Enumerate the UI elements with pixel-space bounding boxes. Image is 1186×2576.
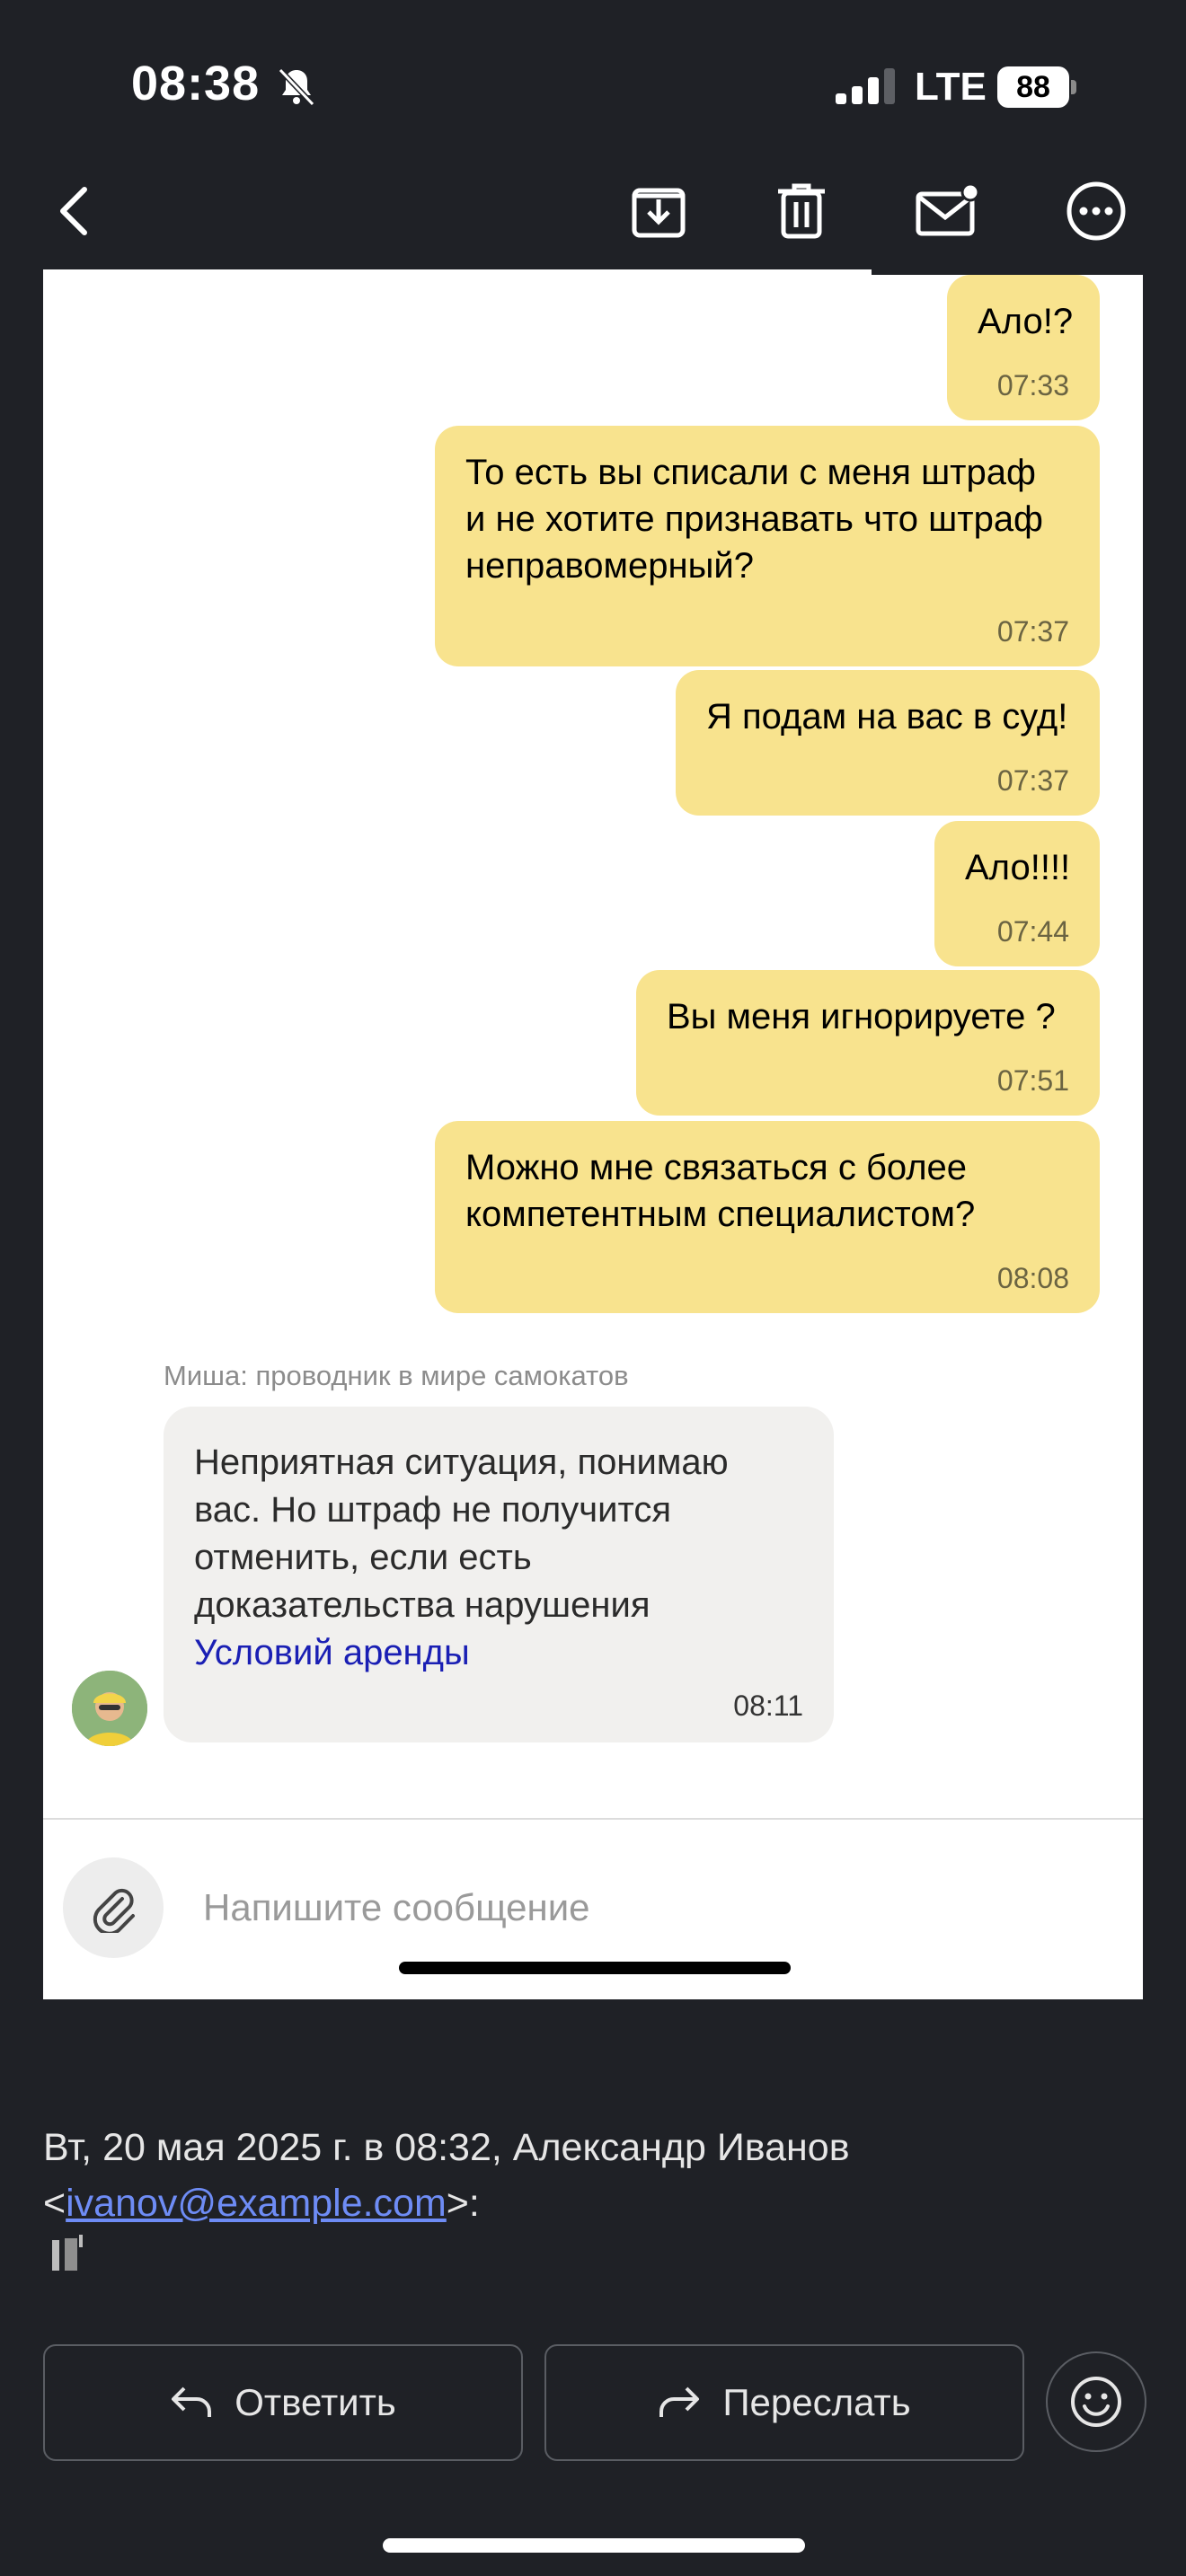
more-button[interactable] [1060,175,1132,247]
outgoing-message: Ало!? 07:33 [947,275,1100,420]
message-input[interactable]: Напишите сообщение [203,1886,590,1929]
message-line: компетентным специалистом? [465,1195,976,1234]
message-line: То есть вы списали с меня штраф [465,453,1036,492]
forward-label: Переслать [722,2381,911,2423]
rental-terms-link[interactable]: Условий аренды [194,1629,729,1677]
battery-level: 88 [997,66,1069,108]
incoming-message: Неприятная ситуация, понимаю вас. Но штр… [164,1407,834,1742]
message-time: 07:33 [996,369,1069,401]
avatar-image [72,1671,147,1746]
message-line: Неприятная ситуация, понимаю [194,1442,729,1482]
message-time: 07:44 [996,915,1069,948]
home-indicator [383,2538,805,2553]
sender-name: Миша: проводник в мире самокатов [164,1360,629,1391]
message-line: Вы меня игнорируете ? [667,997,1056,1037]
message-line: вас. Но штраф не получится [194,1490,671,1530]
trash-icon [778,183,825,239]
message-time: 07:37 [996,615,1069,648]
archive-download-icon [632,188,686,238]
smiley-icon [1071,2377,1121,2427]
sender-email-link[interactable]: ivanov@example.com [66,2182,447,2225]
message-line: и не хотите признавать что штраф [465,499,1043,539]
message-time: 08:11 [733,1689,803,1722]
chevron-left-icon [60,187,87,235]
mail-toolbar [0,153,1186,269]
message-time: 07:37 [996,764,1069,797]
avatar [72,1671,147,1746]
outgoing-message: Вы меня игнорируете ? 07:51 [636,970,1100,1116]
delete-button[interactable] [766,175,837,247]
attach-button[interactable] [63,1857,164,1958]
quote-glyph-icon [52,2235,83,2271]
message-line: Я подам на вас в суд! [706,697,1068,737]
outgoing-message: Ало!!!! 07:44 [934,821,1100,966]
message-line: доказательства нарушения [194,1585,651,1625]
message-line: Ало!!!! [965,848,1071,887]
bell-off-icon [278,67,315,107]
composer-divider [43,1818,1143,1820]
forward-arrow-icon [659,2386,700,2417]
battery-icon: 88 [997,66,1076,108]
quote-header: Вт, 20 мая 2025 г. в 08:32, Александр Ив… [43,2126,850,2169]
archive-button[interactable] [623,175,695,247]
outgoing-message: То есть вы списали с меня штраф и не хот… [435,426,1100,666]
reply-button[interactable]: Ответить [43,2344,523,2461]
email-suffix: >: [446,2182,480,2225]
network-type: LTE [915,65,987,109]
emoji-button[interactable] [1046,2351,1146,2452]
more-horizontal-icon [1067,181,1126,241]
message-line: Ало!? [978,302,1074,341]
email-prefix: < [43,2182,66,2225]
mail-unread-icon [916,183,979,236]
status-bar: 08:38 LTE 88 [0,0,1186,144]
message-line: неправомерный? [465,546,754,586]
back-button[interactable] [38,175,110,247]
embedded-chat-screenshot[interactable]: Ало!? 07:33 То есть вы списали с меня шт… [43,269,1143,1999]
home-indicator-in-screenshot [399,1962,791,1974]
quote-sender-email: <ivanov@example.com>: [43,2175,480,2231]
forward-button[interactable]: Переслать [544,2344,1024,2461]
reply-arrow-icon [172,2386,212,2417]
signal-icon [836,68,895,104]
message-time: 07:51 [996,1064,1069,1097]
reply-label: Ответить [235,2381,396,2423]
paperclip-icon [93,1888,135,1933]
message-time: 08:08 [996,1262,1069,1294]
outgoing-message: Я подам на вас в суд! 07:37 [676,670,1100,816]
message-line: отменить, если есть [194,1538,532,1577]
message-line: Можно мне связаться с более [465,1148,968,1187]
status-time: 08:38 [131,57,261,110]
outgoing-message: Можно мне связаться с более компетентным… [435,1121,1100,1313]
battery-tip [1071,80,1076,94]
mark-unread-button[interactable] [911,175,983,247]
